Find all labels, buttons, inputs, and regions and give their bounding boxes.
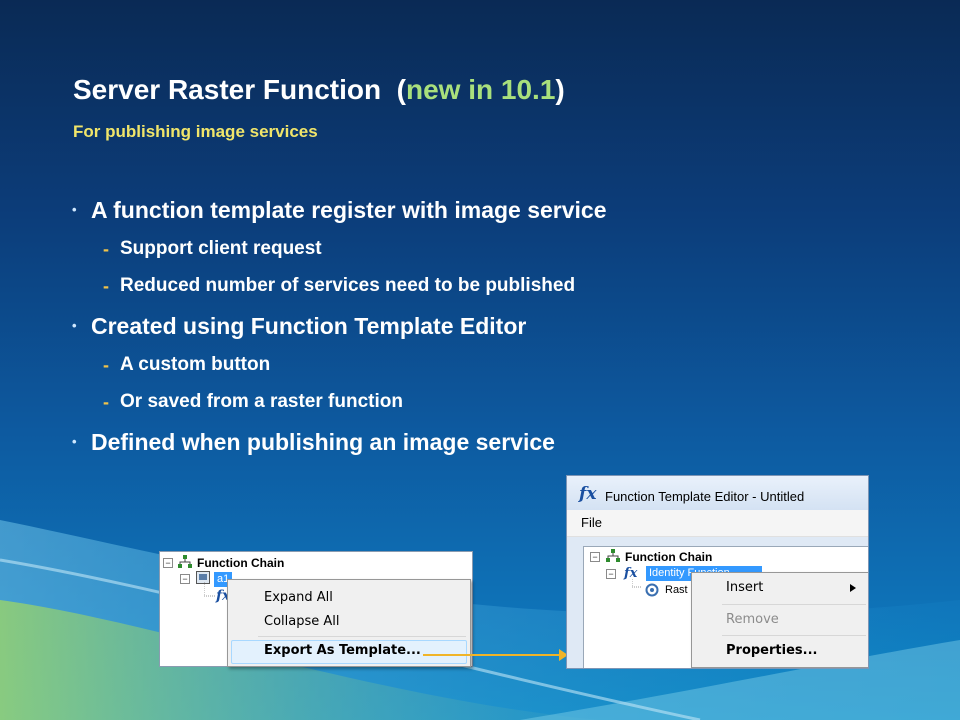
menu-separator	[722, 604, 866, 605]
function-chain-icon	[178, 555, 192, 568]
editor-tree-panel[interactable]: − Function Chain − fx Identity Function …	[583, 546, 868, 668]
sub-bullet-2-2: Or saved from a raster function	[72, 387, 892, 424]
collapse-toggle-icon[interactable]: −	[606, 569, 616, 579]
bullet-3: Defined when publishing an image service	[72, 426, 892, 466]
context-menu: Insert Remove Properties...	[691, 572, 868, 668]
connector-arrow-icon	[423, 649, 568, 661]
menu-file[interactable]: File	[581, 515, 602, 530]
title-main: Server Raster Function	[73, 74, 382, 105]
raster-icon	[645, 583, 659, 597]
tree-root-label[interactable]: Function Chain	[197, 556, 284, 570]
slide-title: Server Raster Function (new in 10.1)	[73, 74, 565, 106]
menu-item-remove[interactable]: Remove	[726, 612, 779, 627]
title-highlight: new in 10.1	[406, 74, 556, 105]
slide-subtitle: For publishing image services	[73, 122, 318, 141]
tree-child-item[interactable]: Rast	[665, 584, 688, 596]
bullet-list: A function template register with image …	[72, 194, 892, 466]
menu-bar: File	[567, 510, 868, 537]
window-titlebar[interactable]: fx Function Template Editor - Untitled	[567, 476, 868, 510]
sub-bullet-1-2: Reduced number of services need to be pu…	[72, 271, 892, 308]
menu-item-collapse-all[interactable]: Collapse All	[264, 614, 340, 629]
collapse-toggle-icon[interactable]: −	[180, 574, 190, 584]
collapse-toggle-icon[interactable]: −	[590, 552, 600, 562]
bullet-1: A function template register with image …	[72, 194, 892, 234]
menu-separator	[722, 635, 866, 636]
function-template-editor-window[interactable]: fx Function Template Editor - Untitled F…	[566, 475, 869, 669]
tree-root-label[interactable]: Function Chain	[625, 550, 712, 564]
fx-function-icon: fx	[579, 484, 597, 504]
title-open-paren: (	[396, 74, 406, 105]
bullet-2: Created using Function Template Editor	[72, 310, 892, 350]
collapse-toggle-icon[interactable]: −	[163, 558, 173, 568]
slide: Server Raster Function (new in 10.1) For…	[0, 0, 960, 720]
submenu-arrow-icon	[850, 584, 856, 592]
function-chain-icon	[606, 549, 620, 562]
menu-item-insert[interactable]: Insert	[726, 580, 763, 595]
menu-item-properties[interactable]: Properties...	[726, 643, 817, 658]
menu-item-expand-all[interactable]: Expand All	[264, 590, 333, 605]
menu-separator	[258, 636, 466, 637]
window-title: Function Template Editor - Untitled	[605, 489, 805, 504]
sub-bullet-1-1: Support client request	[72, 234, 892, 271]
title-close-paren: )	[555, 74, 565, 105]
menu-item-export-as-template[interactable]: Export As Template...	[264, 643, 421, 658]
sub-bullet-2-1: A custom button	[72, 350, 892, 387]
